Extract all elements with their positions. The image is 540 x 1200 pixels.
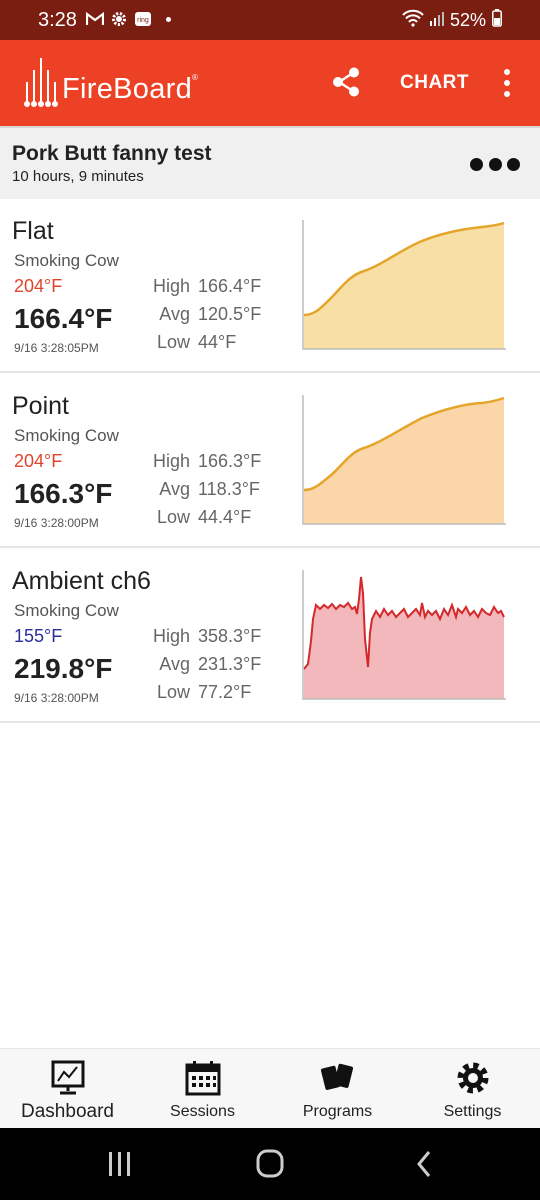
battery-percent: 52%	[449, 10, 486, 30]
probe-card-point[interactable]: Point Smoking Cow 204°F 166.3°F 9/16 3:2…	[0, 374, 540, 548]
cards-icon	[320, 1063, 353, 1090]
nav-label: Sessions	[170, 1103, 235, 1120]
probe-timestamp: 9/16 3:28:00PM	[14, 691, 99, 705]
probe-name: Point	[12, 392, 69, 420]
high-value: 166.3°F	[198, 451, 262, 471]
fireboard-logo-icon	[24, 58, 58, 107]
nav-label: Programs	[302, 1103, 373, 1120]
overflow-menu-button[interactable]	[496, 68, 518, 98]
probe-sparkline-ambient[interactable]	[302, 569, 507, 700]
high-label: High	[152, 276, 190, 296]
probe-card-flat[interactable]: Flat Smoking Cow 204°F 166.4°F 9/16 3:28…	[0, 199, 540, 373]
chart-button[interactable]: CHART	[400, 72, 469, 94]
session-more-button[interactable]	[470, 154, 520, 174]
high-value: 166.4°F	[198, 276, 262, 296]
probe-name: Flat	[12, 217, 54, 245]
sparkline-fill	[304, 398, 504, 524]
nav-settings[interactable]: Settings	[405, 1049, 540, 1129]
probe-target-temp: 204°F	[14, 276, 63, 296]
ring-icon: ring	[134, 10, 152, 28]
avg-value: 120.5°F	[198, 304, 262, 324]
gmail-icon	[86, 10, 104, 28]
low-label: Low	[156, 507, 190, 527]
gear-icon	[457, 1062, 488, 1094]
nav-sessions[interactable]: Sessions	[135, 1049, 270, 1129]
probe-target-temp: 204°F	[14, 451, 63, 471]
fireboard-logo: FireBoard®	[24, 56, 198, 108]
back-icon	[417, 1151, 431, 1177]
probe-card-ambient[interactable]: Ambient ch6 Smoking Cow 155°F 219.8°F 9/…	[0, 549, 540, 723]
wifi-icon	[402, 9, 424, 32]
probe-sparkline-flat[interactable]	[302, 219, 507, 350]
session-title: Pork Butt fanny test	[12, 142, 212, 165]
settings-gear-icon	[110, 10, 128, 28]
probe-name: Ambient ch6	[12, 567, 151, 595]
avg-label: Avg	[159, 304, 190, 324]
kebab-menu-icon-dot	[504, 91, 510, 97]
dashboard-chart-icon	[51, 1060, 84, 1095]
back-button[interactable]	[404, 1148, 444, 1180]
nav-programs[interactable]: Programs	[270, 1049, 405, 1129]
home-button[interactable]	[250, 1148, 290, 1180]
nav-dashboard[interactable]: Dashboard	[0, 1049, 135, 1129]
bottom-navigation: Dashboard Sessions Programs Settings	[0, 1048, 540, 1128]
app-bar: FireBoard® CHART	[0, 40, 540, 126]
calendar-icon	[185, 1061, 220, 1096]
logo-trademark: ®	[192, 73, 199, 82]
svg-text:ring: ring	[137, 17, 149, 24]
recents-icon	[109, 1152, 130, 1176]
system-navigation-bar	[0, 1128, 540, 1200]
more-notifications-dot	[166, 16, 171, 22]
probe-current-temp: 166.4°F	[14, 303, 113, 334]
logo-text: FireBoard	[62, 73, 193, 105]
low-label: Low	[156, 682, 190, 702]
high-value: 358.3°F	[198, 626, 262, 646]
low-value: 44.4°F	[198, 507, 252, 527]
share-button[interactable]	[330, 66, 362, 98]
low-value: 44°F	[198, 332, 237, 352]
home-icon	[256, 1149, 284, 1178]
probe-timestamp: 9/16 3:28:00PM	[14, 516, 99, 530]
probe-current-temp: 219.8°F	[14, 653, 113, 684]
avg-value: 118.3°F	[198, 479, 260, 499]
low-value: 77.2°F	[198, 682, 252, 702]
sparkline-fill	[304, 577, 504, 699]
avg-label: Avg	[159, 654, 190, 674]
probe-device: Smoking Cow	[14, 601, 119, 620]
high-label: High	[152, 626, 190, 646]
probe-stats: High 166.3°F Avg 118.3°F Low 44.4°F	[140, 450, 270, 534]
sparkline-fill	[304, 223, 504, 349]
avg-label: Avg	[159, 479, 190, 499]
notification-icons: ring	[86, 10, 171, 28]
session-duration: 10 hours, 9 minutes	[12, 168, 144, 185]
kebab-menu-icon-dot	[504, 80, 510, 86]
kebab-menu-icon-dot	[504, 69, 510, 75]
more-dot	[507, 157, 520, 171]
signal-icon	[429, 10, 444, 31]
status-time: 3:28	[38, 9, 77, 31]
probe-stats: High 358.3°F Avg 231.3°F Low 77.2°F	[140, 625, 270, 709]
probe-timestamp: 9/16 3:28:05PM	[14, 341, 99, 355]
probe-current-temp: 166.3°F	[14, 478, 113, 509]
probe-stats: High 166.4°F Avg 120.5°F Low 44°F	[140, 275, 270, 359]
nav-label: Settings	[443, 1103, 502, 1120]
probe-target-temp: 155°F	[14, 626, 63, 646]
status-bar: 3:28 ring 52%	[0, 0, 540, 40]
more-dot	[470, 157, 483, 171]
low-label: Low	[156, 332, 190, 352]
battery-icon	[492, 9, 502, 32]
more-dot	[488, 157, 502, 171]
probe-device: Smoking Cow	[14, 426, 119, 445]
probe-sparkline-point[interactable]	[302, 394, 507, 525]
share-icon	[333, 67, 359, 97]
nav-label: Dashboard	[21, 1101, 114, 1122]
probe-device: Smoking Cow	[14, 251, 119, 270]
recents-button[interactable]	[100, 1148, 140, 1180]
session-header[interactable]: Pork Butt fanny test 10 hours, 9 minutes	[0, 126, 540, 199]
avg-value: 231.3°F	[198, 654, 262, 674]
high-label: High	[152, 451, 190, 471]
